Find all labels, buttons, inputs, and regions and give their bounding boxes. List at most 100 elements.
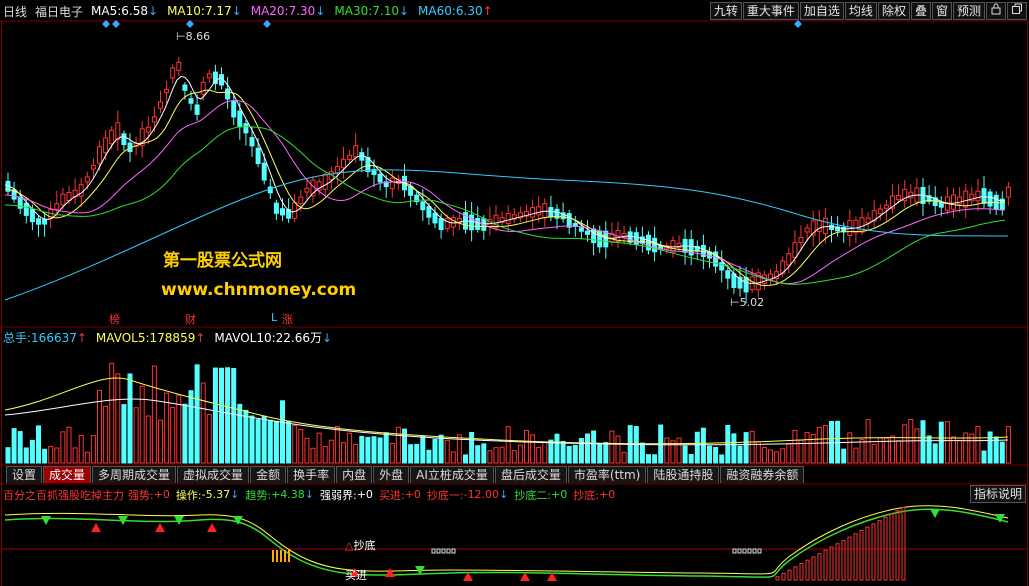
volume-bar [682, 445, 688, 464]
price-candle [121, 133, 127, 146]
price-candle [719, 262, 725, 271]
volume-bar [273, 420, 279, 464]
volume-bar [914, 428, 920, 464]
tab-1[interactable]: 成交量 [43, 466, 92, 483]
indicator-field-label: 强势: [128, 488, 154, 502]
tab-5[interactable]: 换手率 [287, 466, 336, 483]
ma5-line [4, 75, 1006, 284]
tab-2[interactable]: 多周期成交量 [92, 466, 177, 483]
indicator-field-label: 买进: [378, 488, 405, 502]
volume-bar [688, 454, 694, 464]
price-candle [176, 61, 182, 71]
price-candle [786, 253, 792, 266]
tab-9[interactable]: 盘后成交量 [494, 466, 567, 483]
indicator-bar [805, 559, 810, 581]
indicator-bar [877, 520, 882, 581]
volume-bar [11, 428, 17, 464]
volume-bar [36, 425, 41, 464]
volume-bar [280, 400, 285, 464]
watermark-url: www.chnmoney.com [161, 280, 357, 300]
indicator-field-value: +0 [153, 488, 170, 501]
price-candle [438, 218, 444, 231]
indicator-tick [441, 548, 446, 554]
event-marker-cai[interactable]: 财 [185, 311, 196, 327]
price-candle [725, 270, 731, 279]
price-candle [981, 188, 987, 204]
price-candle [170, 67, 176, 79]
price-candle [585, 230, 590, 235]
indicator-tick [451, 548, 456, 554]
volume-bar [926, 435, 932, 464]
indicator-help-button[interactable]: 指标说明 [969, 485, 1026, 503]
volume-bar [883, 437, 889, 464]
volume-bar [987, 431, 993, 464]
high-price-label: ⊢8.66 [176, 30, 211, 43]
operation-line [4, 505, 1009, 575]
tab-8[interactable]: AI立桩成交量 [410, 466, 494, 483]
indicator-field-label: 抄底二: [514, 488, 551, 502]
volume-bar [938, 421, 944, 464]
price-candle [896, 194, 902, 201]
price-candle [829, 224, 834, 231]
indicator-bar [276, 550, 278, 562]
volume-bar [536, 446, 542, 464]
price-candle [987, 191, 993, 207]
volume-bar [804, 431, 810, 464]
tab-0[interactable]: 设置 [6, 466, 43, 483]
volume-bar [322, 446, 328, 464]
event-marker-l[interactable]: L [271, 311, 277, 324]
tab-4[interactable]: 金额 [250, 466, 287, 483]
volume-bar [127, 373, 133, 464]
event-marker-zhang[interactable]: 涨 [282, 311, 293, 327]
volume-bar [347, 432, 353, 464]
price-candle [115, 122, 121, 140]
volume-bar [286, 420, 292, 464]
price-candle [145, 126, 151, 133]
price-candle [566, 213, 572, 228]
volume-bar [395, 426, 401, 464]
event-marker-bang[interactable]: 榜 [109, 311, 120, 327]
volume-bar [121, 404, 127, 464]
volume-item: MAVOL10: 22.66万 ↓ [214, 329, 332, 346]
volume-bar [267, 419, 273, 464]
price-candle [822, 217, 828, 234]
volume-bar [530, 434, 536, 464]
volume-bar [115, 373, 121, 464]
volume-bar [298, 429, 304, 464]
tab-7[interactable]: 外盘 [373, 466, 410, 483]
indicator-bar [781, 572, 786, 581]
tab-10[interactable]: 市盈率(ttm) [567, 466, 647, 483]
tab-6[interactable]: 内盘 [336, 466, 373, 483]
buy-annotation: 买进 [345, 569, 367, 582]
volume-bar [304, 437, 310, 464]
indicator-bar [811, 556, 816, 581]
indicator-bar [895, 510, 900, 581]
volume-bar [225, 367, 231, 464]
volume-bar [426, 449, 432, 464]
indicator-field-label: 抄底: [573, 488, 599, 502]
price-candle [84, 176, 90, 183]
volume-bar [450, 451, 456, 464]
volume-bar [365, 436, 371, 464]
price-candle [23, 202, 29, 216]
volume-bar [176, 394, 182, 464]
indicator-field-value: +0 [404, 488, 421, 501]
indicator-bar [901, 506, 906, 581]
price-candle [97, 146, 102, 164]
indicator-bar [889, 513, 894, 581]
volume-arrow: ↓ [322, 330, 333, 345]
indicator-field-arrow: ↓ [304, 488, 314, 501]
price-candle [42, 218, 48, 225]
tab-11[interactable]: 陆股通持股 [647, 466, 720, 483]
tab-3[interactable]: 虚拟成交量 [177, 466, 250, 483]
price-candle [420, 201, 426, 211]
indicator-bar [272, 550, 274, 562]
volume-bar [377, 437, 383, 464]
volume-bar [774, 451, 780, 464]
price-candle [530, 207, 536, 218]
volume-bar [585, 433, 590, 464]
volume-bar [383, 432, 389, 464]
volume-bar [188, 390, 194, 464]
tab-12[interactable]: 融资融券余额 [720, 466, 805, 483]
volume-bar [243, 409, 249, 464]
